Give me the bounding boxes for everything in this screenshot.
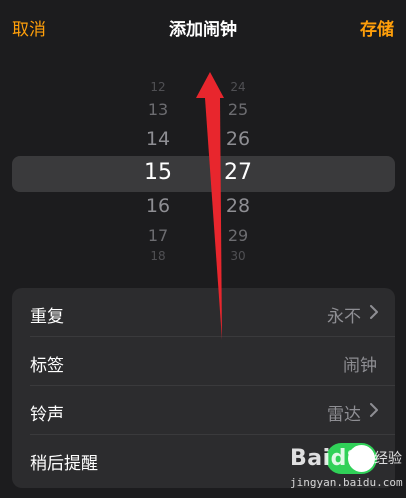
hour-wheel[interactable]: 12 13 14 15 16 17 18	[128, 72, 188, 272]
minute-option[interactable]: 29	[208, 226, 268, 245]
sound-label: 铃声	[30, 405, 64, 425]
minute-option[interactable]: 25	[208, 100, 268, 119]
save-button[interactable]: 存储	[360, 15, 394, 40]
label-label: 标签	[30, 356, 64, 376]
watermark-url: jingyan.baidu.com	[290, 476, 403, 489]
minute-option[interactable]: 24	[208, 80, 268, 94]
hour-option-selected[interactable]: 15	[128, 160, 188, 185]
label-row[interactable]: 标签 闹钟	[12, 337, 395, 385]
minute-option[interactable]: 30	[208, 249, 268, 263]
minute-option-selected[interactable]: 27	[208, 160, 268, 185]
time-picker[interactable]: 12 13 14 15 16 17 18 24 25 26 27 28 29 3…	[0, 72, 406, 272]
hour-option[interactable]: 14	[128, 128, 188, 150]
minute-wheel[interactable]: 24 25 26 27 28 29 30	[208, 72, 268, 272]
sound-value: 雷达	[327, 405, 361, 425]
picker-selection-highlight	[12, 156, 395, 192]
navigation-bar: 取消 添加闹钟 存储	[0, 0, 406, 56]
page-title: 添加闹钟	[169, 20, 237, 40]
repeat-value: 永不	[327, 307, 361, 327]
baidu-jingyan-text: 经验	[374, 451, 402, 467]
minute-option[interactable]: 26	[208, 128, 268, 150]
hour-option[interactable]: 13	[128, 100, 188, 119]
hour-option[interactable]: 16	[128, 195, 188, 217]
label-field[interactable]: 闹钟	[343, 351, 377, 376]
chevron-right-icon	[370, 403, 378, 417]
chevron-right-icon	[370, 305, 378, 319]
baidu-paw-icon	[348, 446, 370, 469]
baidu-watermark: Baidu 经验 jingyan.baidu.com	[290, 444, 406, 498]
minute-option[interactable]: 28	[208, 195, 268, 217]
hour-option[interactable]: 17	[128, 226, 188, 245]
repeat-row[interactable]: 重复 永不	[12, 288, 395, 336]
snooze-label: 稍后提醒	[30, 454, 98, 474]
hour-option[interactable]: 18	[128, 249, 188, 263]
hour-option[interactable]: 12	[128, 80, 188, 94]
repeat-label: 重复	[30, 307, 64, 327]
sound-row[interactable]: 铃声 雷达	[12, 386, 395, 434]
